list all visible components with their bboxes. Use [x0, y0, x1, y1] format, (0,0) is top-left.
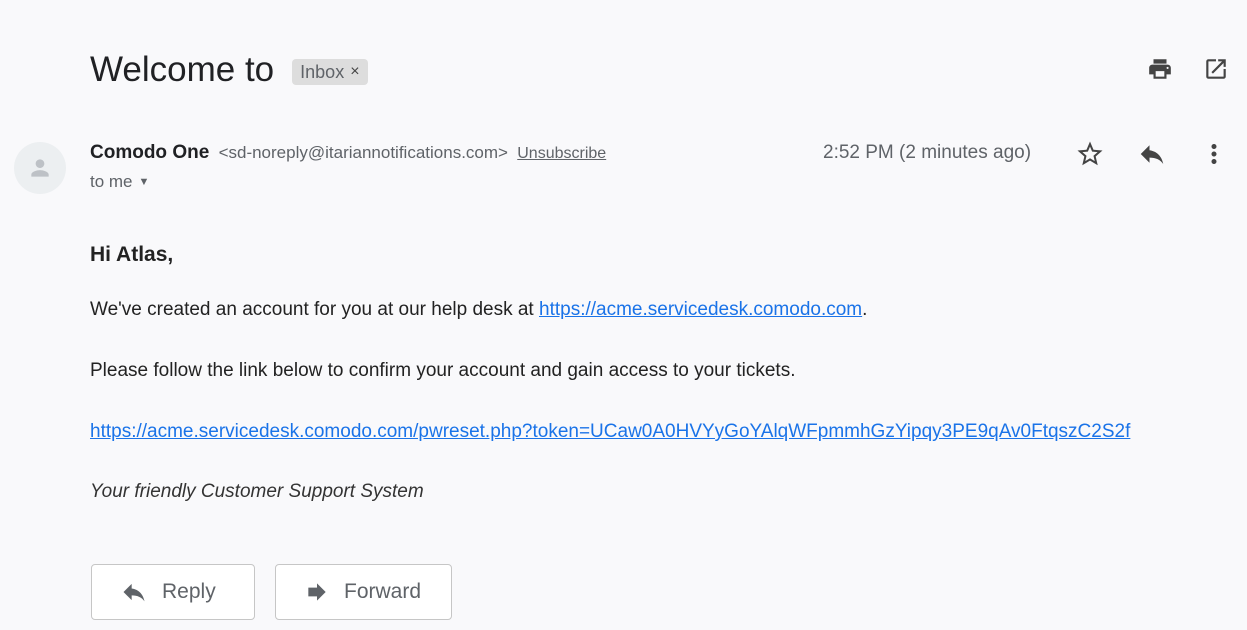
subject-header: Welcome to Inbox ×	[90, 48, 368, 92]
label-chip-text: Inbox	[300, 62, 345, 82]
password-reset-link[interactable]: https://acme.servicedesk.comodo.com/pwre…	[90, 421, 1130, 442]
greeting: Hi Atlas,	[90, 243, 174, 266]
reply-button[interactable]: Reply	[91, 564, 255, 620]
message-time: 2:52 PM (2 minutes ago)	[823, 142, 1032, 163]
forward-button[interactable]: Forward	[275, 564, 452, 620]
reply-icon	[123, 583, 145, 602]
recipient-text: to me	[90, 172, 133, 191]
instructions-paragraph: Please follow the link below to confirm …	[90, 360, 796, 381]
reply-button-label: Reply	[162, 580, 216, 603]
paragraph-text: We've created an account for you at our …	[90, 299, 539, 320]
thread-actions	[1147, 56, 1229, 82]
message-actions	[1074, 138, 1230, 170]
forward-button-label: Forward	[344, 580, 422, 603]
paragraph-period: .	[862, 299, 868, 320]
star-icon[interactable]	[1074, 138, 1106, 170]
open-in-new-window-icon[interactable]	[1203, 56, 1229, 82]
reply-icon[interactable]	[1136, 138, 1168, 170]
more-vert-icon[interactable]	[1198, 138, 1230, 170]
person-icon	[31, 159, 49, 177]
sender-avatar[interactable]	[14, 142, 66, 194]
chevron-down-icon[interactable]: ▼	[139, 176, 150, 188]
reset-link-paragraph: https://acme.servicedesk.comodo.com/pwre…	[90, 420, 1130, 444]
sender-email: <sd-noreply@itariannotifications.com>	[218, 143, 508, 162]
helpdesk-link[interactable]: https://acme.servicedesk.comodo.com	[539, 299, 862, 320]
recipient-line: to me ▼	[90, 172, 149, 192]
print-icon[interactable]	[1147, 56, 1173, 82]
account-created-paragraph: We've created an account for you at our …	[90, 298, 867, 322]
signature: Your friendly Customer Support System	[90, 481, 424, 502]
subject-title: Welcome to	[90, 50, 275, 89]
remove-label-icon[interactable]: ×	[350, 59, 359, 85]
forward-icon	[308, 583, 326, 601]
sender-name[interactable]: Comodo One	[90, 142, 209, 163]
sender-line: Comodo One <sd-noreply@itariannotificati…	[90, 141, 606, 166]
inbox-label-chip[interactable]: Inbox ×	[292, 59, 368, 85]
unsubscribe-link[interactable]: Unsubscribe	[517, 145, 606, 162]
